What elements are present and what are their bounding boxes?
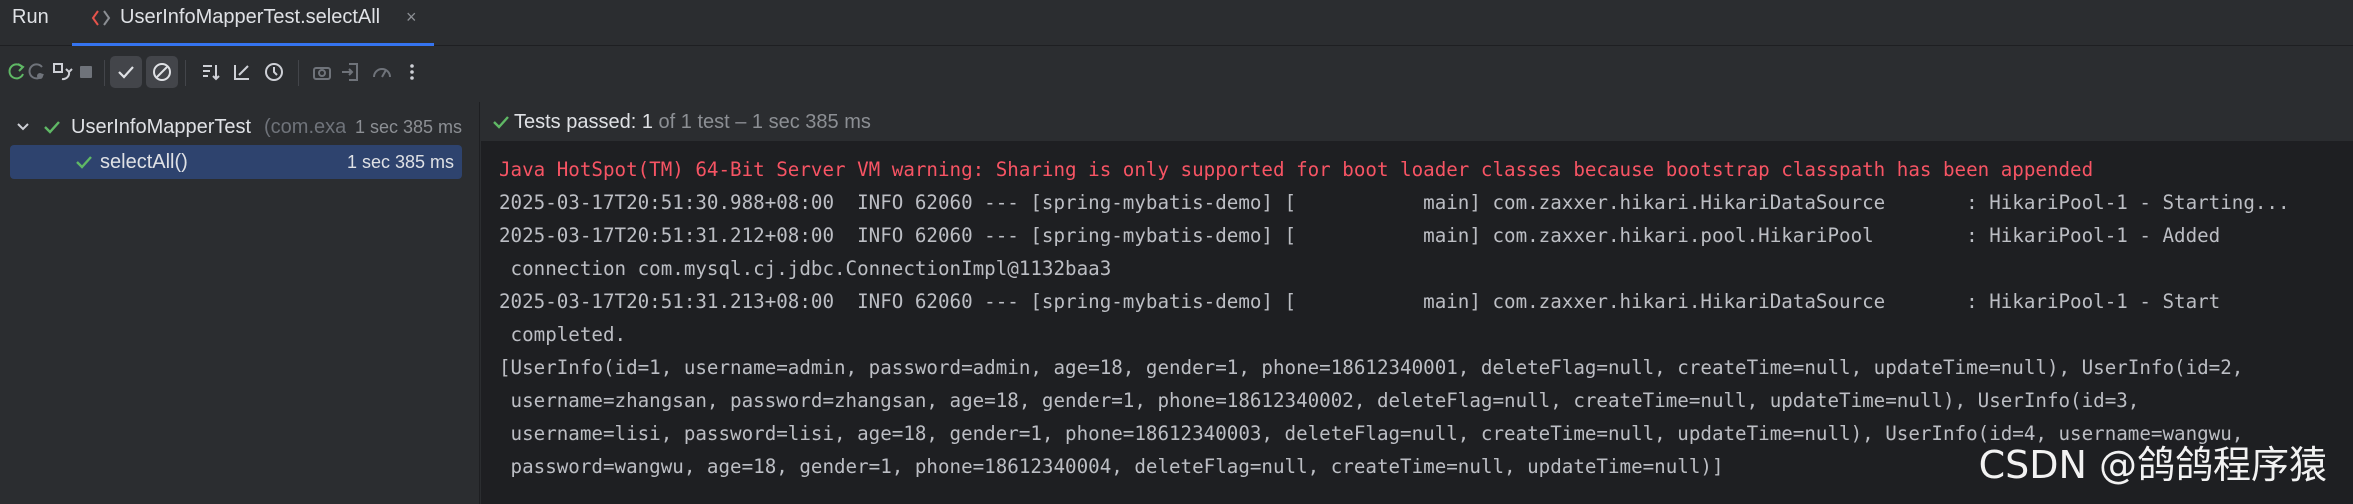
test-passed-icon: [76, 156, 92, 169]
tree-node-test-method[interactable]: selectAll() 1 sec 385 ms: [10, 145, 462, 179]
test-method-label: selectAll(): [100, 151, 188, 173]
tab-label: UserInfoMapperTest.selectAll: [120, 6, 381, 28]
tests-passed-label: Tests passed: 1: [514, 111, 653, 133]
run-toolbar: [0, 46, 2353, 102]
sort-icon[interactable]: [195, 56, 227, 88]
import-icon[interactable]: [334, 56, 366, 88]
toolbar-separator: [104, 60, 105, 86]
test-class-duration: 1 sec 385 ms: [354, 117, 462, 137]
console-line: username=zhangsan, password=zhangsan, ag…: [499, 389, 2140, 412]
show-passed-icon[interactable]: [110, 56, 142, 88]
collapse-icon[interactable]: [226, 56, 258, 88]
more-icon[interactable]: [396, 56, 428, 88]
watermark: CSDN @鸽鸽程序猿: [1978, 443, 2327, 487]
close-icon[interactable]: ×: [406, 0, 417, 34]
console-line: 2025-03-17T20:51:30.988+08:00 INFO 62060…: [499, 191, 2290, 214]
run-title: Run: [12, 6, 49, 28]
tool-window-header: Run UserInfoMapperTest.selectAll ×: [0, 0, 2353, 46]
tab-run-configuration[interactable]: UserInfoMapperTest.selectAll ×: [72, 0, 434, 46]
test-tree: UserInfoMapperTest (com.example 1 sec 38…: [0, 102, 480, 504]
test-passed-icon: [44, 121, 60, 134]
coverage-icon[interactable]: [366, 56, 398, 88]
console-line: password=wangwu, age=18, gender=1, phone…: [499, 455, 1724, 478]
tests-passed-detail: of 1 test – 1 sec 385 ms: [652, 111, 871, 133]
test-status-bar: Tests passed: 1 of 1 test – 1 sec 385 ms: [481, 102, 2353, 142]
stop-icon[interactable]: [70, 56, 102, 88]
test-run-icon: [91, 10, 111, 26]
test-method-duration: 1 sec 385 ms: [346, 152, 454, 172]
chevron-down-icon[interactable]: [14, 118, 32, 136]
test-class-package: (com.example: [264, 116, 346, 138]
console-line: completed.: [499, 323, 627, 346]
toolbar-separator: [298, 60, 299, 86]
show-ignored-icon[interactable]: [146, 56, 178, 88]
toolbar-separator: [185, 60, 186, 86]
history-icon[interactable]: [258, 56, 290, 88]
tree-node-test-class[interactable]: UserInfoMapperTest (com.example 1 sec 38…: [0, 110, 470, 144]
test-class-label: UserInfoMapperTest: [71, 116, 252, 138]
console-line: 2025-03-17T20:51:31.212+08:00 INFO 62060…: [499, 224, 2221, 247]
test-status-text: Tests passed: 1 of 1 test – 1 sec 385 ms: [514, 102, 871, 142]
test-passed-icon: [493, 116, 509, 129]
console-line: [UserInfo(id=1, username=admin, password…: [499, 356, 2244, 379]
console-line: connection com.mysql.cj.jdbc.ConnectionI…: [499, 257, 1112, 280]
console-line: Java HotSpot(TM) 64-Bit Server VM warnin…: [499, 158, 2094, 181]
console-line: 2025-03-17T20:51:31.213+08:00 INFO 62060…: [499, 290, 2221, 313]
